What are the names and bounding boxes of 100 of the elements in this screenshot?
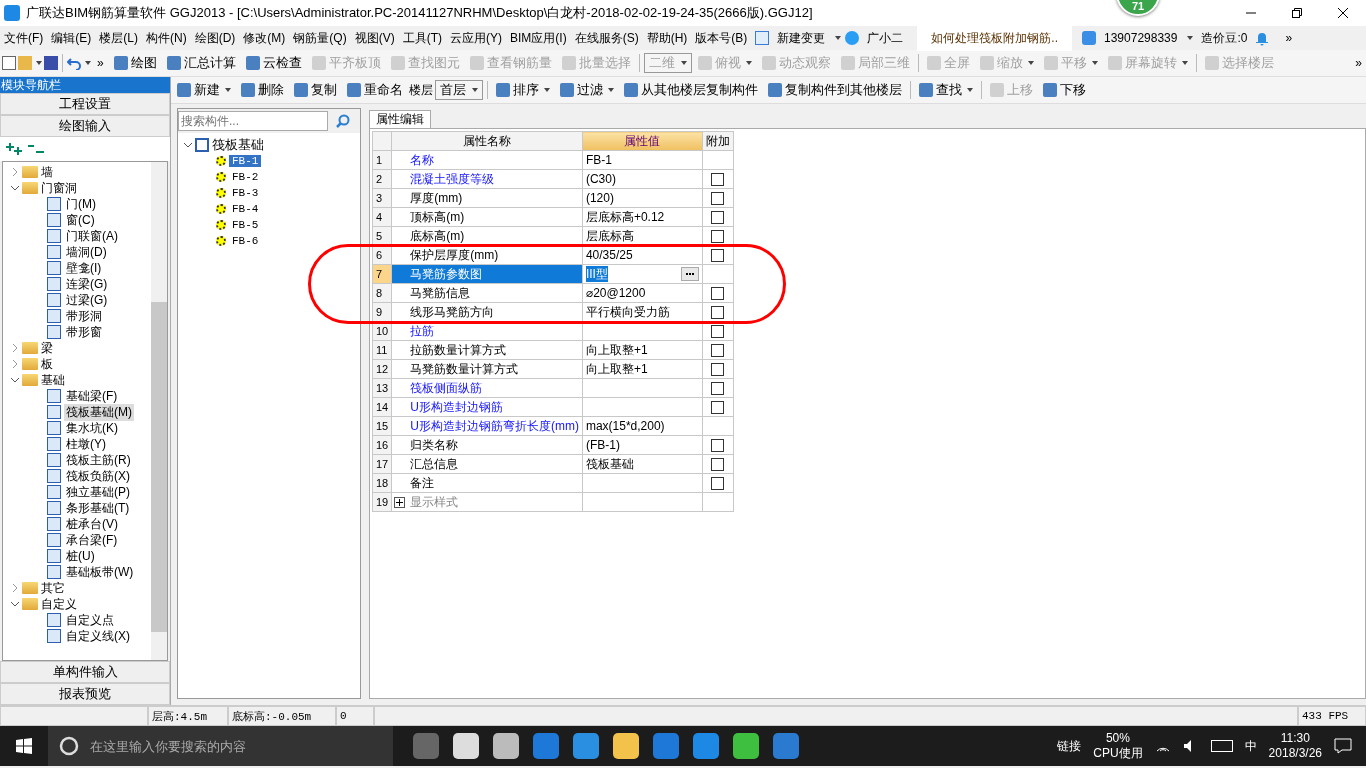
collapse-chevron-icon[interactable] — [11, 375, 19, 385]
tree-item[interactable]: FB-2 — [229, 171, 262, 183]
toolbar-button[interactable]: 排序 — [492, 79, 554, 101]
toolbar-button[interactable]: 复制 — [290, 79, 341, 101]
menu-item[interactable]: 修改(M) — [239, 29, 290, 47]
tree-item[interactable]: 基础梁(F) — [64, 387, 120, 405]
checkbox[interactable] — [711, 173, 725, 187]
taskbar-search-field[interactable]: 在这里输入你要搜索的内容 — [48, 726, 393, 766]
property-name[interactable]: 混凝土强度等级 — [391, 169, 583, 189]
tree-item[interactable]: 连梁(G) — [64, 275, 110, 293]
toolbar-button[interactable]: 下移 — [1039, 79, 1090, 101]
menu-item[interactable]: 帮助(H) — [642, 29, 692, 47]
menu-item[interactable]: 在线服务(S) — [570, 29, 643, 47]
checkbox[interactable] — [711, 230, 725, 244]
checkbox[interactable] — [711, 325, 725, 339]
tree-item[interactable]: 承台梁(F) — [64, 531, 120, 549]
new-change-menu[interactable]: 新建变更 — [773, 29, 830, 47]
tree-item[interactable]: 筏板基础(M) — [64, 403, 134, 421]
collapse-chevron-icon[interactable] — [184, 140, 192, 150]
checkbox[interactable] — [711, 382, 725, 396]
menu-item[interactable]: 钢筋量(Q) — [289, 29, 351, 47]
tree-item[interactable]: 桩承台(V) — [64, 515, 120, 533]
menu-item[interactable]: 绘图(D) — [190, 29, 240, 47]
checkbox[interactable] — [711, 477, 725, 491]
toolbar-button[interactable]: 绘图 — [109, 52, 161, 74]
expand-chevron-icon[interactable] — [11, 583, 19, 593]
tree-item[interactable]: FB-1 — [229, 155, 262, 167]
app-icon[interactable] — [613, 733, 639, 759]
toolbar-button[interactable]: 新建 — [173, 79, 235, 101]
tree-item[interactable]: 条形基础(T) — [64, 499, 132, 517]
tree-item[interactable]: 门联窗(A) — [64, 227, 120, 245]
property-name[interactable]: U形构造封边钢筋 — [391, 397, 583, 417]
undo-icon[interactable] — [67, 56, 81, 70]
tree-item[interactable]: 自定义线(X) — [64, 627, 132, 645]
app-icon[interactable] — [453, 733, 479, 759]
expand-chevron-icon[interactable] — [11, 343, 19, 353]
tree-folder[interactable]: 梁 — [41, 339, 53, 357]
tree-item[interactable]: FB-6 — [229, 235, 262, 247]
question-link[interactable]: 如何处理筏板附加钢筋.. — [917, 25, 1072, 51]
toolbar-button[interactable]: 汇总计算 — [162, 52, 240, 74]
new-file-icon[interactable] — [2, 56, 16, 70]
menu-item[interactable]: 云应用(Y) — [446, 29, 506, 47]
checkbox[interactable] — [711, 249, 725, 263]
tree-item[interactable]: 桩(U) — [64, 547, 97, 565]
restore-icon[interactable] — [1292, 8, 1302, 18]
overflow-chevron[interactable]: » — [93, 56, 108, 70]
collapse-all-icon[interactable] — [28, 143, 44, 155]
checkbox[interactable] — [711, 287, 725, 301]
group-row[interactable]: 显示样式 — [391, 492, 583, 512]
checkbox[interactable] — [711, 192, 725, 206]
tree-item[interactable]: 集水坑(K) — [64, 419, 120, 437]
property-name[interactable]: U形构造封边钢筋弯折长度(mm) — [391, 416, 583, 436]
checkbox[interactable] — [711, 363, 725, 377]
app-icon[interactable] — [733, 733, 759, 759]
tree-item[interactable]: 基础板带(W) — [64, 563, 136, 581]
checkbox[interactable] — [711, 458, 725, 472]
checkbox[interactable] — [711, 306, 725, 320]
checkbox[interactable] — [711, 401, 725, 415]
collapse-chevron-icon[interactable] — [11, 183, 19, 193]
nav-section-button[interactable]: 绘图输入 — [0, 115, 170, 137]
windows-start-icon[interactable] — [16, 738, 32, 754]
overflow-chevron[interactable]: » — [1351, 56, 1366, 70]
app-icon[interactable] — [573, 733, 599, 759]
expand-chevron-icon[interactable] — [11, 167, 19, 177]
checkbox[interactable] — [711, 439, 725, 453]
tree-item[interactable]: 柱墩(Y) — [64, 435, 108, 453]
app-icon[interactable] — [773, 733, 799, 759]
menu-item[interactable]: 编辑(E) — [47, 29, 96, 47]
toolbar-button[interactable]: 删除 — [237, 79, 288, 101]
checkbox[interactable] — [711, 211, 725, 225]
tree-item[interactable]: 筏板主筋(R) — [64, 451, 133, 469]
tree-item[interactable]: 筏板负筋(X) — [64, 467, 132, 485]
tree-item[interactable]: 自定义点 — [64, 611, 116, 629]
keyboard-icon[interactable] — [1210, 739, 1233, 753]
tree-item[interactable]: 带形洞 — [64, 307, 104, 325]
app-icon[interactable] — [493, 733, 519, 759]
app-icon[interactable] — [693, 733, 719, 759]
tree-item[interactable]: 墙洞(D) — [64, 243, 109, 261]
tree-folder[interactable]: 其它 — [41, 579, 65, 597]
tree-item[interactable]: 过梁(G) — [64, 291, 110, 309]
search-field[interactable]: 搜索构件... — [178, 111, 328, 131]
toolbar-button[interactable]: 查找 — [915, 79, 977, 101]
menu-item[interactable]: BIM应用(I) — [506, 29, 571, 47]
tab[interactable]: 属性编辑 — [369, 110, 431, 128]
menu-item[interactable]: 构件(N) — [142, 29, 191, 47]
dropdown[interactable]: 首层 — [435, 80, 483, 100]
toolbar-button[interactable]: 复制构件到其他楼层 — [764, 79, 906, 101]
tree-item[interactable]: 壁龛(I) — [64, 259, 104, 277]
bell-icon[interactable] — [1255, 30, 1270, 46]
close-icon[interactable] — [1338, 8, 1348, 18]
tree-folder[interactable]: 板 — [41, 355, 53, 373]
expand-chevron-icon[interactable] — [11, 359, 19, 369]
expand-all-icon[interactable] — [6, 143, 22, 155]
app-icon[interactable] — [533, 733, 559, 759]
collapse-chevron-icon[interactable] — [11, 599, 19, 609]
tree-item[interactable]: 窗(C) — [64, 211, 97, 229]
tree-item[interactable]: 独立基础(P) — [64, 483, 132, 501]
menu-item[interactable]: 工具(T) — [398, 29, 446, 47]
toolbar-button[interactable]: 云检查 — [241, 52, 306, 74]
nav-section-button[interactable]: 工程设置 — [0, 93, 170, 115]
